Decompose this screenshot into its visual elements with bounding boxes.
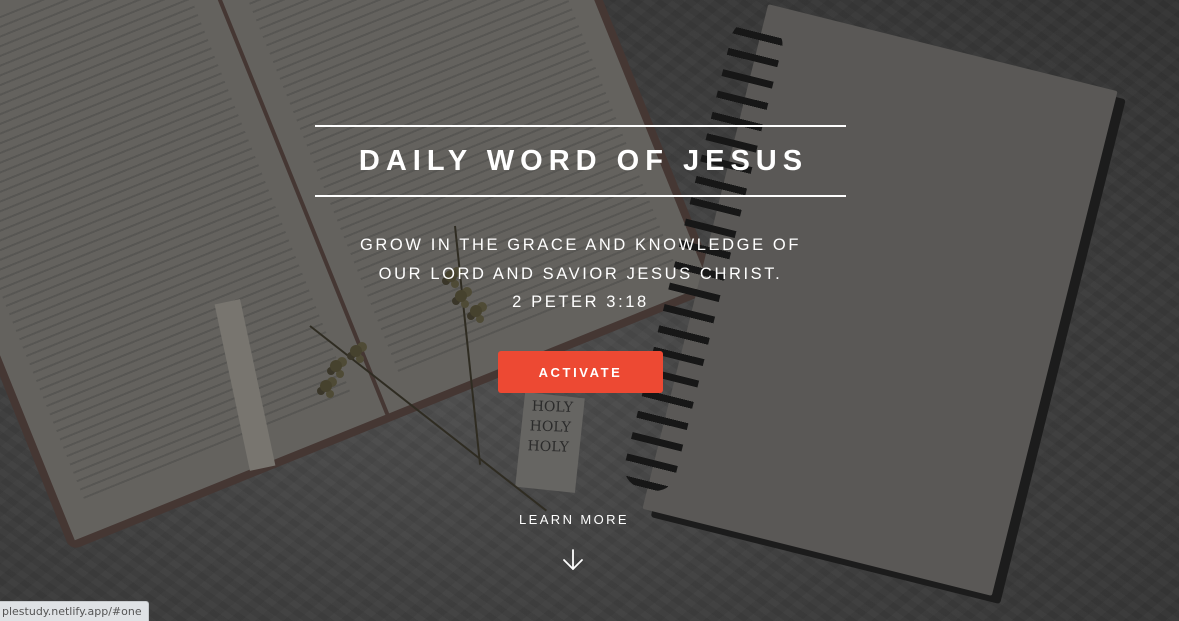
hero-banner: HOLY HOLY HOLY DAILY WORD OF JESUS GROW … bbox=[0, 0, 1179, 621]
arrow-down-icon[interactable] bbox=[561, 548, 585, 572]
activate-button[interactable]: ACTIVATE bbox=[498, 351, 663, 393]
page-title: DAILY WORD OF JESUS bbox=[358, 144, 809, 177]
browser-status-bar: plestudy.netlify.app/#one bbox=[0, 601, 149, 621]
title-frame: DAILY WORD OF JESUS bbox=[315, 125, 846, 197]
scripture-line: GROW IN THE GRACE AND KNOWLEDGE OF bbox=[359, 236, 802, 254]
status-url: plestudy.netlify.app/#one bbox=[2, 605, 142, 618]
scripture-line: OUR LORD AND SAVIOR JESUS CHRIST. bbox=[378, 264, 783, 283]
learn-more-link[interactable]: LEARN MORE bbox=[474, 512, 674, 527]
scripture-quote: GROW IN THE GRACE AND KNOWLEDGE OF OUR L… bbox=[290, 231, 871, 317]
scripture-reference: 2 PETER 3:18 bbox=[512, 293, 649, 311]
